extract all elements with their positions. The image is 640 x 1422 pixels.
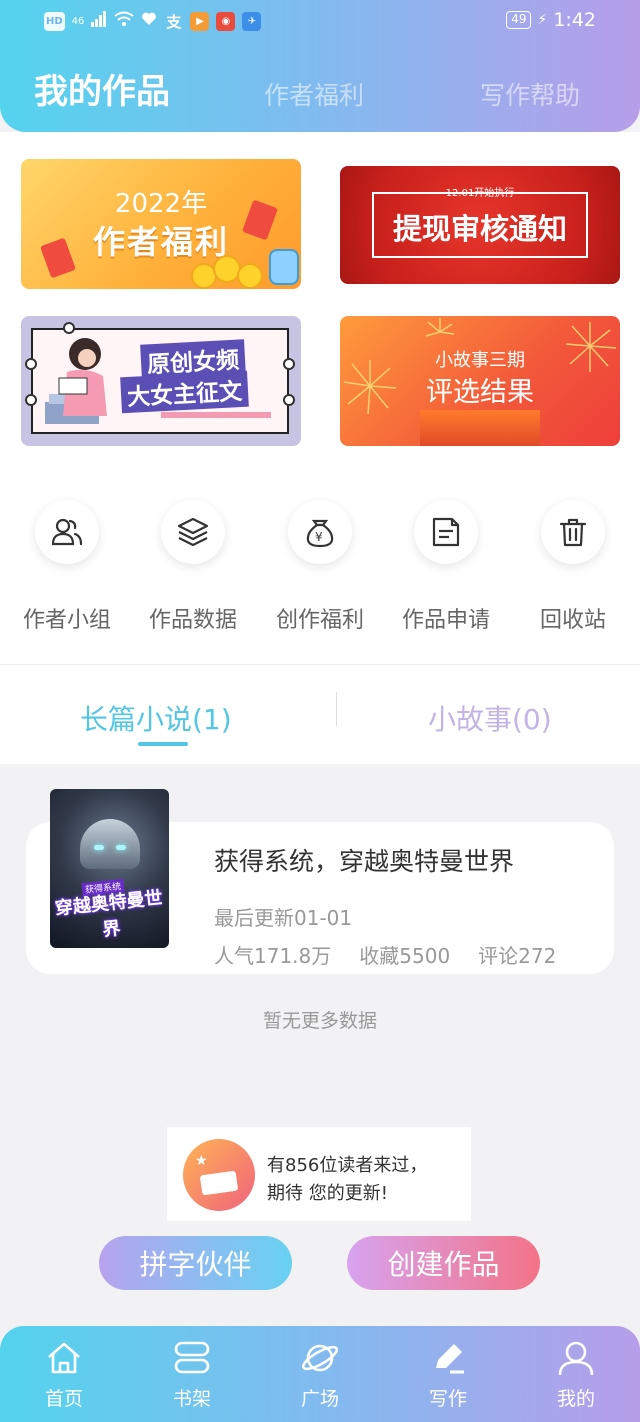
status-bar-right: 49 ⚡ 1:42 <box>506 9 596 31</box>
user-icon <box>558 1341 594 1376</box>
people-icon <box>35 500 99 564</box>
nav-mine[interactable]: 我的 <box>536 1338 616 1418</box>
banner-title: 作者福利 <box>92 223 229 261</box>
notice-line1: 有856位读者来过， <box>267 1155 428 1176</box>
nav-label: 写作 <box>428 1388 467 1410</box>
weibo-icon: ◉ <box>216 12 236 31</box>
writing-partner-button[interactable]: 拼字伙伴 <box>99 1236 292 1290</box>
menu-label: 作者小组 <box>22 608 111 633</box>
frame-handle <box>25 394 37 406</box>
status-bar-left: HD 46 支 ▶ ◉ ✈ <box>44 11 262 32</box>
nav-label: 广场 <box>300 1388 339 1410</box>
cover-eye-glow <box>116 845 126 850</box>
divider <box>0 664 640 665</box>
bottom-nav: 首页 书架 广场 写作 我的 <box>0 1326 640 1422</box>
nav-home[interactable]: 首页 <box>24 1338 104 1418</box>
podium-decoration <box>420 410 540 446</box>
tab-writing-help[interactable]: 写作帮助 <box>480 76 580 112</box>
planet-icon <box>301 1344 339 1372</box>
notice-line2: 期待 您的更新! <box>267 1183 388 1204</box>
menu-creation-welfare[interactable]: ¥ 创作福利 <box>265 500 375 640</box>
status-bar: HD 46 支 ▶ ◉ ✈ 49 ⚡ 1:42 <box>0 0 640 42</box>
tab-author-welfare[interactable]: 作者福利 <box>264 76 364 112</box>
hd-indicator: HD <box>44 12 65 31</box>
menu-works-data[interactable]: 作品数据 <box>138 500 248 640</box>
nav-write[interactable]: 写作 <box>408 1338 488 1418</box>
nav-label: 书架 <box>172 1388 211 1410</box>
book-cover[interactable]: 获得系统 穿越奥特曼世界 <box>50 789 169 948</box>
banner-year: 2022年 <box>114 189 208 219</box>
tab-short-story[interactable]: 小故事(0) <box>428 698 552 738</box>
menu-label: 回收站 <box>539 608 606 633</box>
girl-illustration <box>45 338 107 424</box>
menu-works-application[interactable]: 作品申请 <box>391 500 501 640</box>
tab-my-works[interactable]: 我的作品 <box>34 64 170 113</box>
nav-label: 首页 <box>44 1388 83 1410</box>
coin-decoration <box>269 249 299 285</box>
pen-icon <box>436 1344 464 1374</box>
banner-female-contest[interactable]: 原创女频 大女主征文 <box>21 316 301 446</box>
nav-square[interactable]: 广场 <box>280 1338 360 1418</box>
menu-label: 创作福利 <box>275 608 364 633</box>
star-icon: ★ <box>195 1153 208 1169</box>
book-stats: 人气171.8万 收藏5500 评论272 <box>214 940 556 969</box>
network-type: 46 <box>71 16 85 27</box>
battery-icon: 49 <box>506 11 532 29</box>
clock: 1:42 <box>553 9 596 31</box>
layers-icon <box>161 500 225 564</box>
no-more-data: 暂无更多数据 <box>262 1010 377 1032</box>
home-icon <box>48 1342 80 1374</box>
banner-title: 提现审核通知 <box>392 212 567 246</box>
document-icon <box>414 500 478 564</box>
active-tab-indicator <box>138 742 188 746</box>
feather-app-icon: ✈ <box>242 12 262 31</box>
banner-author-welfare[interactable]: 2022年 作者福利 <box>21 159 301 289</box>
menu-recycle-bin[interactable]: 回收站 <box>518 500 628 640</box>
nav-bookshelf[interactable]: 书架 <box>152 1338 232 1418</box>
book-glyph <box>199 1170 239 1196</box>
coin-decoration <box>237 263 263 289</box>
bookshelf-icon <box>174 1341 210 1374</box>
banner-title-line2: 评选结果 <box>426 377 534 408</box>
money-bag-icon: ¥ <box>288 500 352 564</box>
book-comments: 评论272 <box>478 944 557 968</box>
svg-text:¥: ¥ <box>315 530 323 544</box>
frame-handle <box>25 358 37 370</box>
top-header: HD 46 支 ▶ ◉ ✈ 49 ⚡ 1:42 我的作品 作者福利 写作帮助 <box>0 0 640 132</box>
banner-title-line2: 大女主征文 <box>120 370 249 414</box>
book-title[interactable]: 获得系统，穿越奥特曼世界 <box>214 842 514 878</box>
wifi-icon <box>114 11 135 32</box>
heart-icon <box>141 11 157 32</box>
banner-decoration-bar <box>161 412 271 418</box>
banner-story-results[interactable]: 小故事三期 评选结果 <box>340 316 620 446</box>
charging-icon: ⚡ <box>537 12 548 28</box>
book-last-update: 最后更新01-01 <box>214 906 353 930</box>
nav-label: 我的 <box>556 1388 595 1410</box>
banner-title-line1: 小故事三期 <box>435 350 525 371</box>
frame-handle <box>283 358 295 370</box>
video-app-icon: ▶ <box>190 12 210 31</box>
cover-eye-glow <box>94 845 104 850</box>
reader-notice: ★ 有856位读者来过， 期待 您的更新! <box>167 1127 471 1221</box>
cover-hero-figure <box>80 819 140 869</box>
create-work-button[interactable]: 创建作品 <box>347 1236 540 1290</box>
banner-withdraw-notice[interactable]: 12.01开始执行 提现审核通知 <box>340 166 620 284</box>
cover-title: 穿越奥特曼世界 <box>53 887 164 941</box>
tab-long-novel[interactable]: 长篇小说(1) <box>80 698 232 738</box>
trash-icon <box>541 500 605 564</box>
book-favorites: 收藏5500 <box>359 944 451 968</box>
tab-divider <box>336 692 337 726</box>
menu-label: 作品数据 <box>148 608 237 633</box>
book-popularity: 人气171.8万 <box>214 944 332 968</box>
frame-handle <box>283 394 295 406</box>
menu-label: 作品申请 <box>401 608 490 633</box>
signal-icon <box>91 11 107 32</box>
menu-author-group[interactable]: 作者小组 <box>12 500 122 640</box>
alipay-icon: 支 <box>166 13 182 31</box>
open-book-icon: ★ <box>183 1139 255 1211</box>
